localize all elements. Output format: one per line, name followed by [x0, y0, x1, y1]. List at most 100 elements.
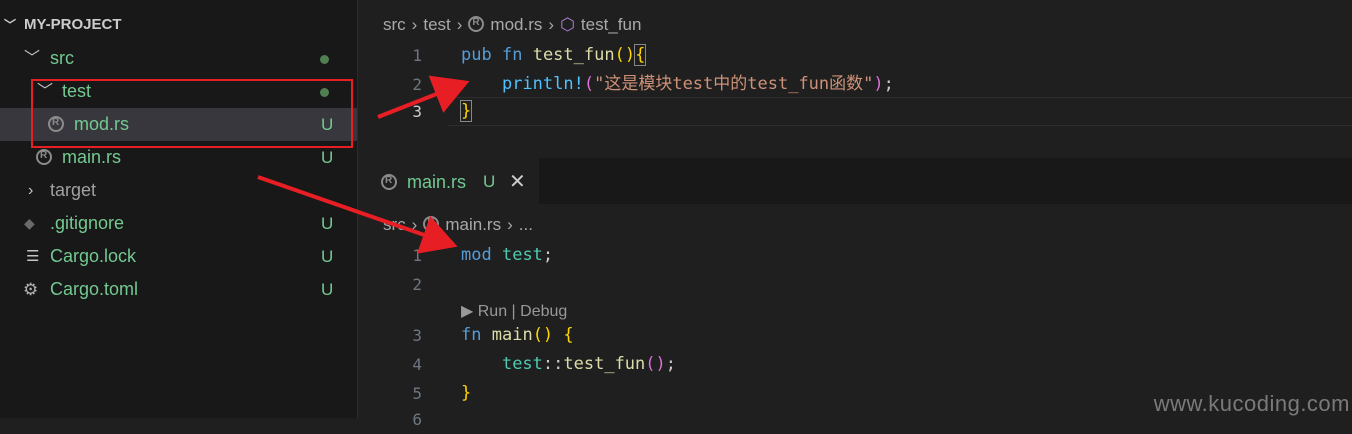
- breadcrumb-item[interactable]: main.rs: [445, 215, 501, 234]
- token: test: [501, 245, 543, 265]
- tree-item-main-rs[interactable]: main.rs U: [0, 141, 357, 174]
- breadcrumb-item[interactable]: mod.rs: [490, 15, 542, 34]
- explorer-sidebar: ﹀ MY-PROJECT ﹀ src ﹀ test mod.rs U main.r…: [0, 0, 358, 418]
- chevron-right-icon: ›: [28, 182, 34, 199]
- project-title: MY-PROJECT: [24, 16, 122, 33]
- token: main: [491, 325, 533, 345]
- watermark: www.kucoding.com: [1153, 391, 1350, 416]
- rust-file-icon: [48, 115, 64, 132]
- breadcrumb-item[interactable]: test_fun: [581, 15, 642, 34]
- token: (: [583, 74, 595, 94]
- tree-item-src[interactable]: ﹀ src: [0, 42, 357, 75]
- current-line-highlight: [448, 97, 1352, 126]
- breadcrumb-item[interactable]: src: [383, 15, 406, 34]
- tree-item-label: .gitignore: [50, 213, 125, 233]
- tree-item-test[interactable]: ﹀ test: [0, 75, 357, 108]
- untracked-badge: U: [321, 214, 334, 233]
- token: test_fun: [563, 354, 646, 374]
- tree-item-cargo-toml[interactable]: ⚙ Cargo.toml U: [0, 273, 357, 306]
- line-number: 2: [412, 275, 422, 294]
- explorer-header[interactable]: ﹀ MY-PROJECT: [0, 8, 354, 41]
- token: fn: [501, 45, 523, 65]
- line-number: 3: [412, 326, 422, 345]
- token: test_fun: [532, 45, 615, 65]
- rust-file-icon: [423, 215, 440, 232]
- untracked-badge: U: [321, 115, 334, 134]
- token: {: [634, 44, 647, 66]
- code-line[interactable]: test::test_fun();: [461, 350, 676, 379]
- token: ;: [665, 354, 677, 374]
- breadcrumb-item[interactable]: test: [423, 15, 450, 34]
- token: test: [501, 354, 543, 374]
- chevron-down-icon: ﹀: [4, 18, 17, 32]
- git-diamond-icon: ◆: [24, 215, 35, 231]
- token: }: [459, 100, 473, 122]
- rust-file-icon: [468, 15, 485, 32]
- chevron-right-icon: ›: [456, 15, 463, 34]
- line-number: 4: [412, 355, 422, 374]
- code-line[interactable]: pub fn test_fun(){: [461, 41, 647, 70]
- token: (): [532, 325, 554, 345]
- untracked-badge: U: [321, 148, 334, 167]
- breadcrumb-item[interactable]: ...: [519, 215, 533, 234]
- token: pub: [461, 45, 492, 65]
- tab-label: main.rs: [407, 172, 467, 192]
- token: {: [563, 325, 574, 345]
- tree-item-label: main.rs: [62, 147, 122, 167]
- line-number: 6: [412, 410, 422, 429]
- tree-item-cargo-lock[interactable]: ☰ Cargo.lock U: [0, 240, 357, 273]
- modified-dot-icon: [320, 55, 329, 64]
- chevron-right-icon: ›: [411, 215, 418, 234]
- tree-item-label: src: [50, 48, 74, 68]
- breadcrumb: src › test › mod.rs › ⬡ test_fun: [383, 12, 641, 38]
- cube-symbol-icon: ⬡: [560, 15, 575, 34]
- token: ): [873, 74, 884, 94]
- token: }: [461, 383, 472, 403]
- code-line[interactable]: }: [461, 379, 471, 408]
- rust-file-icon: [381, 173, 397, 190]
- chevron-down-icon: ﹀: [24, 50, 41, 67]
- tree-item-label: mod.rs: [74, 114, 130, 134]
- rust-file-icon: [36, 148, 52, 165]
- tree-item-label: Cargo.lock: [50, 246, 137, 266]
- token: fn: [461, 325, 482, 345]
- tree-item-mod-rs[interactable]: mod.rs U: [0, 108, 357, 141]
- tab-bar: main.rs U ✕: [359, 158, 1352, 205]
- code-line[interactable]: }: [459, 97, 473, 126]
- chevron-right-icon: ›: [548, 15, 555, 34]
- chevron-right-icon: ›: [507, 215, 513, 234]
- token: ;: [542, 245, 554, 265]
- breadcrumb: src › main.rs ›...: [383, 212, 533, 238]
- tree-item-label: Cargo.toml: [50, 279, 139, 299]
- token: println!: [501, 74, 584, 94]
- token: (): [614, 45, 636, 65]
- untracked-badge: U: [483, 172, 496, 191]
- token: (): [645, 354, 666, 374]
- code-line[interactable]: fn main() {: [461, 321, 574, 350]
- code-line[interactable]: println!("这是模块test中的test_fun函数");: [461, 70, 894, 99]
- tree-item-label: test: [62, 81, 92, 101]
- line-number: 5: [412, 384, 422, 403]
- tree-item-target[interactable]: › target: [0, 174, 357, 207]
- close-icon[interactable]: ✕: [509, 159, 526, 205]
- token: ::: [542, 354, 564, 374]
- chevron-down-icon: ﹀: [37, 83, 54, 100]
- line-number: 3: [412, 102, 422, 121]
- tree-item-gitignore[interactable]: ◆ .gitignore U: [0, 207, 357, 240]
- line-number: 1: [412, 246, 422, 265]
- chevron-right-icon: ›: [411, 15, 418, 34]
- token: "这是模块test中的test_fun函数": [594, 74, 874, 94]
- gear-icon: ⚙: [23, 280, 39, 299]
- modified-dot-icon: [320, 88, 329, 97]
- token: mod: [461, 245, 492, 265]
- tree-item-label: target: [50, 180, 97, 200]
- line-number: 2: [412, 75, 422, 94]
- line-number: 1: [412, 46, 422, 65]
- tab-main-rs[interactable]: main.rs U ✕: [359, 158, 539, 205]
- untracked-badge: U: [321, 280, 334, 299]
- untracked-badge: U: [321, 247, 334, 266]
- token: ;: [883, 74, 894, 94]
- lines-file-icon: ☰: [26, 248, 40, 265]
- breadcrumb-item[interactable]: src: [383, 215, 406, 234]
- code-line[interactable]: mod test;: [461, 241, 553, 270]
